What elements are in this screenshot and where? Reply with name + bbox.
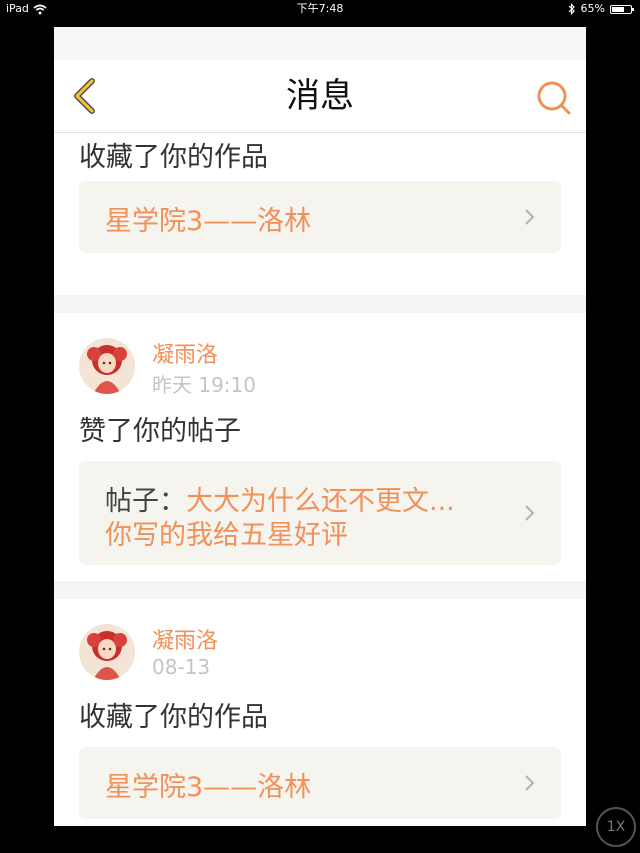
username[interactable]: 凝雨洛 — [152, 337, 218, 369]
message-card: 凝雨洛 昨天 19:10 赞了你的帖子 帖子：大大为什么还不更文... 你写的我… — [54, 313, 586, 581]
page-title: 消息 — [286, 76, 354, 116]
chevron-right-icon — [525, 775, 535, 791]
zoom-button[interactable]: 1X — [596, 807, 636, 847]
battery-icon — [610, 4, 634, 14]
chevron-right-icon — [525, 209, 535, 225]
post-excerpt-2: 你写的我给五星好评 — [105, 520, 348, 551]
status-right: 65% — [568, 0, 634, 18]
chevron-right-icon — [525, 505, 535, 521]
message-action: 收藏了你的作品 — [79, 702, 268, 733]
battery-level — [612, 6, 624, 12]
status-bar: iPad 下午7:48 65% — [0, 0, 640, 18]
status-time: 下午7:48 — [296, 2, 344, 15]
timestamp: 08-13 — [152, 655, 211, 679]
username[interactable]: 凝雨洛 — [152, 623, 218, 655]
search-icon[interactable] — [534, 78, 574, 118]
avatar-image — [79, 338, 135, 394]
avatar[interactable] — [79, 338, 135, 394]
nav-bar: 消息 — [54, 60, 586, 133]
work-title: 星学院3——洛林 — [105, 206, 312, 237]
work-link[interactable]: 星学院3——洛林 — [79, 747, 561, 819]
avatar[interactable] — [79, 624, 135, 680]
post-link[interactable]: 帖子：大大为什么还不更文... 你写的我给五星好评 — [79, 461, 561, 565]
message-card: 凝雨洛 08-13 收藏了你的作品 星学院3——洛林 — [54, 599, 586, 826]
work-title: 星学院3——洛林 — [105, 772, 312, 803]
avatar-image — [79, 624, 135, 680]
top-strip — [54, 27, 586, 60]
message-action: 赞了你的帖子 — [79, 416, 241, 447]
message-card: 收藏了你的作品 星学院3——洛林 — [54, 133, 586, 295]
battery-percent: 65% — [580, 2, 605, 15]
bluetooth-icon — [568, 3, 575, 15]
message-action: 收藏了你的作品 — [79, 142, 268, 173]
app-window: 消息 收藏了你的作品 星学院3——洛林 凝雨洛 昨天 19:10 赞了你的帖子 … — [54, 27, 586, 826]
work-link[interactable]: 星学院3——洛林 — [79, 181, 561, 253]
timestamp: 昨天 19:10 — [152, 373, 256, 397]
